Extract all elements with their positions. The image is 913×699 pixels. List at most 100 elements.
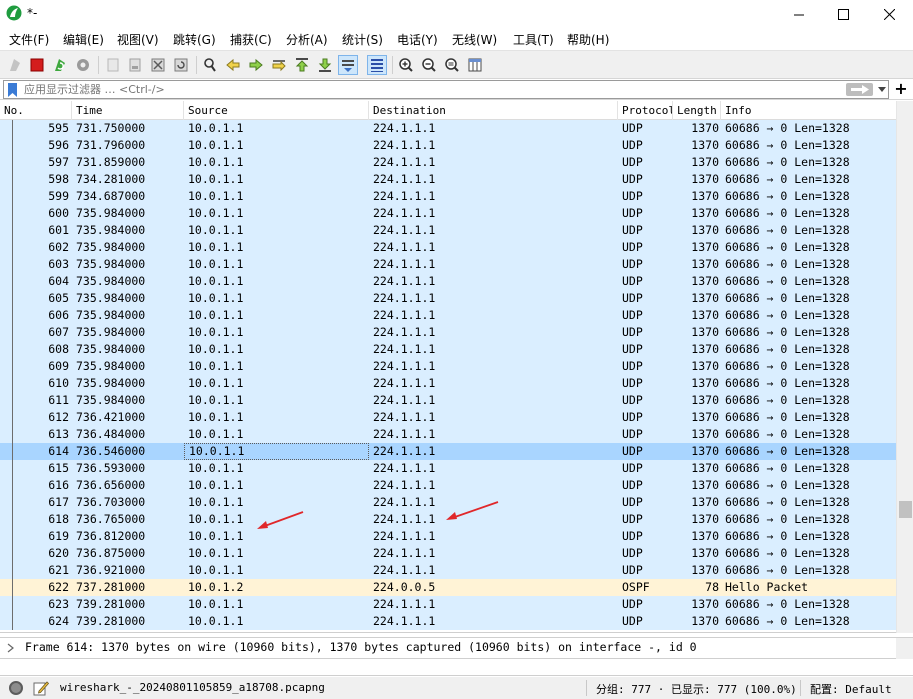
- go-to-packet-button[interactable]: [269, 55, 289, 75]
- expert-info-icon[interactable]: [9, 681, 23, 695]
- filter-history-dropdown[interactable]: [877, 83, 887, 96]
- minimize-button[interactable]: [776, 0, 822, 28]
- packet-row[interactable]: 601 735.984000 10.0.1.1 224.1.1.1 UDP 1370 606…: [0, 222, 896, 239]
- expand-frame-button[interactable]: [6, 641, 16, 655]
- packet-cell-protocol: UDP: [622, 461, 643, 475]
- packet-row[interactable]: 597 731.859000 10.0.1.1 224.1.1.1 UDP 1370 606…: [0, 154, 896, 171]
- auto-scroll-button[interactable]: [338, 55, 358, 75]
- packet-row[interactable]: 619 736.812000 10.0.1.1 224.1.1.1 UDP 1370 606…: [0, 528, 896, 545]
- packet-row[interactable]: 602 735.984000 10.0.1.1 224.1.1.1 UDP 1370 606…: [0, 239, 896, 256]
- packet-row[interactable]: 616 736.656000 10.0.1.1 224.1.1.1 UDP 1370 606…: [0, 477, 896, 494]
- packet-cell-length: 1370: [691, 138, 719, 152]
- restart-capture-button[interactable]: [50, 55, 70, 75]
- menu-wireless[interactable]: 无线(W): [452, 31, 497, 48]
- go-forward-button[interactable]: [246, 55, 266, 75]
- go-last-packet-button[interactable]: [315, 55, 335, 75]
- packet-cell-info: 60686 → 0 Len=1328: [725, 121, 850, 135]
- packet-row[interactable]: 599 734.687000 10.0.1.1 224.1.1.1 UDP 1370 606…: [0, 188, 896, 205]
- packet-row[interactable]: 620 736.875000 10.0.1.1 224.1.1.1 UDP 1370 606…: [0, 545, 896, 562]
- packet-row[interactable]: 595 731.750000 10.0.1.1 224.1.1.1 UDP 1370 606…: [0, 120, 896, 137]
- packet-cell-length: 1370: [691, 359, 719, 373]
- packet-row[interactable]: 598 734.281000 10.0.1.1 224.1.1.1 UDP 1370 606…: [0, 171, 896, 188]
- packet-row[interactable]: 604 735.984000 10.0.1.1 224.1.1.1 UDP 1370 606…: [0, 273, 896, 290]
- packet-cell-length: 1370: [691, 291, 719, 305]
- packet-cell-no: 597: [48, 155, 69, 169]
- column-header-no[interactable]: No.: [0, 101, 72, 120]
- packet-list-scrollbar[interactable]: [896, 101, 913, 633]
- open-file-button[interactable]: [103, 55, 123, 75]
- packet-row[interactable]: 618 736.765000 10.0.1.1 224.1.1.1 UDP 1370 606…: [0, 511, 896, 528]
- find-packet-button[interactable]: [200, 55, 220, 75]
- packet-row[interactable]: 605 735.984000 10.0.1.1 224.1.1.1 UDP 1370 606…: [0, 290, 896, 307]
- packet-cell-time: 735.984000: [76, 223, 146, 237]
- go-first-packet-button[interactable]: [292, 55, 312, 75]
- display-filter-box: [3, 80, 889, 99]
- column-header-time[interactable]: Time: [72, 101, 184, 120]
- add-filter-button[interactable]: +: [893, 80, 909, 98]
- configuration-profile[interactable]: 配置: Default: [810, 681, 892, 697]
- packet-row[interactable]: 617 736.703000 10.0.1.1 224.1.1.1 UDP 1370 606…: [0, 494, 896, 511]
- packet-row[interactable]: 611 735.984000 10.0.1.1 224.1.1.1 UDP 1370 606…: [0, 392, 896, 409]
- menu-file[interactable]: 文件(F): [9, 31, 49, 48]
- reload-file-button[interactable]: [171, 55, 191, 75]
- maximize-button[interactable]: [820, 0, 866, 28]
- packet-row[interactable]: 603 735.984000 10.0.1.1 224.1.1.1 UDP 1370 606…: [0, 256, 896, 273]
- capture-options-button[interactable]: [73, 55, 93, 75]
- packet-cell-source: 10.0.1.1: [188, 308, 244, 322]
- display-filter-input[interactable]: [24, 81, 824, 98]
- packet-cell-time: 735.984000: [76, 325, 146, 339]
- stop-capture-button[interactable]: [27, 55, 47, 75]
- packet-row[interactable]: 607 735.984000 10.0.1.1 224.1.1.1 UDP 1370 606…: [0, 324, 896, 341]
- packet-row[interactable]: 606 735.984000 10.0.1.1 224.1.1.1 UDP 1370 606…: [0, 307, 896, 324]
- packet-row[interactable]: 596 731.796000 10.0.1.1 224.1.1.1 UDP 1370 606…: [0, 137, 896, 154]
- packet-cell-source: 10.0.1.1: [188, 376, 244, 390]
- packet-row[interactable]: 621 736.921000 10.0.1.1 224.1.1.1 UDP 1370 606…: [0, 562, 896, 579]
- column-header-destination[interactable]: Destination: [369, 101, 618, 120]
- details-scrollbar[interactable]: [896, 638, 913, 659]
- packet-cell-destination: 224.1.1.1: [373, 121, 436, 135]
- packet-row[interactable]: 623 739.281000 10.0.1.1 224.1.1.1 UDP 1370 606…: [0, 596, 896, 613]
- capture-comment-button[interactable]: [33, 680, 50, 696]
- apply-filter-button[interactable]: [846, 83, 873, 96]
- close-button[interactable]: [866, 0, 912, 28]
- start-capture-button[interactable]: [5, 55, 25, 75]
- packet-cell-protocol: UDP: [622, 427, 643, 441]
- menu-help[interactable]: 帮助(H): [567, 31, 609, 48]
- zoom-normal-button[interactable]: [442, 55, 462, 75]
- menu-analyze[interactable]: 分析(A): [286, 31, 328, 48]
- menu-view[interactable]: 视图(V): [117, 31, 159, 48]
- packet-row[interactable]: 608 735.984000 10.0.1.1 224.1.1.1 UDP 1370 606…: [0, 341, 896, 358]
- filter-bookmark-button[interactable]: [8, 83, 17, 97]
- menu-tools[interactable]: 工具(T): [513, 31, 554, 48]
- packet-row[interactable]: 600 735.984000 10.0.1.1 224.1.1.1 UDP 1370 606…: [0, 205, 896, 222]
- packet-list-scroll-thumb[interactable]: [899, 501, 912, 518]
- packet-cell-destination: 224.1.1.1: [373, 189, 436, 203]
- column-header-protocol[interactable]: Protocol: [618, 101, 673, 120]
- packet-cell-info: 60686 → 0 Len=1328: [725, 206, 850, 220]
- frame-summary-line[interactable]: Frame 614: 1370 bytes on wire (10960 bit…: [25, 640, 697, 654]
- save-file-button[interactable]: [125, 55, 145, 75]
- menu-statistics[interactable]: 统计(S): [342, 31, 383, 48]
- packet-row[interactable]: 614 736.546000 10.0.1.1 224.1.1.1 UDP 1370 606…: [0, 443, 896, 460]
- menu-edit[interactable]: 编辑(E): [63, 31, 104, 48]
- menu-capture[interactable]: 捕获(C): [230, 31, 272, 48]
- column-header-source[interactable]: Source: [184, 101, 369, 120]
- packet-row[interactable]: 624 739.281000 10.0.1.1 224.1.1.1 UDP 1370 606…: [0, 613, 896, 630]
- zoom-in-button[interactable]: [396, 55, 416, 75]
- packet-row[interactable]: 610 735.984000 10.0.1.1 224.1.1.1 UDP 1370 606…: [0, 375, 896, 392]
- colorize-button[interactable]: [367, 55, 387, 75]
- packet-row[interactable]: 622 737.281000 10.0.1.2 224.0.0.5 OSPF 78 Hell…: [0, 579, 896, 596]
- packet-row[interactable]: 612 736.421000 10.0.1.1 224.1.1.1 UDP 1370 606…: [0, 409, 896, 426]
- go-back-button[interactable]: [223, 55, 243, 75]
- packet-row[interactable]: 609 735.984000 10.0.1.1 224.1.1.1 UDP 1370 606…: [0, 358, 896, 375]
- zoom-out-button[interactable]: [419, 55, 439, 75]
- menu-go[interactable]: 跳转(G): [173, 31, 216, 48]
- close-file-button[interactable]: [148, 55, 168, 75]
- packet-row[interactable]: 613 736.484000 10.0.1.1 224.1.1.1 UDP 1370 606…: [0, 426, 896, 443]
- packet-cell-destination: 224.1.1.1: [373, 614, 436, 628]
- packet-row[interactable]: 615 736.593000 10.0.1.1 224.1.1.1 UDP 1370 606…: [0, 460, 896, 477]
- column-header-length[interactable]: Length: [673, 101, 721, 120]
- resize-columns-button[interactable]: [465, 55, 485, 75]
- menu-telephony[interactable]: 电话(Y): [397, 31, 438, 48]
- column-header-info[interactable]: Info: [721, 101, 896, 120]
